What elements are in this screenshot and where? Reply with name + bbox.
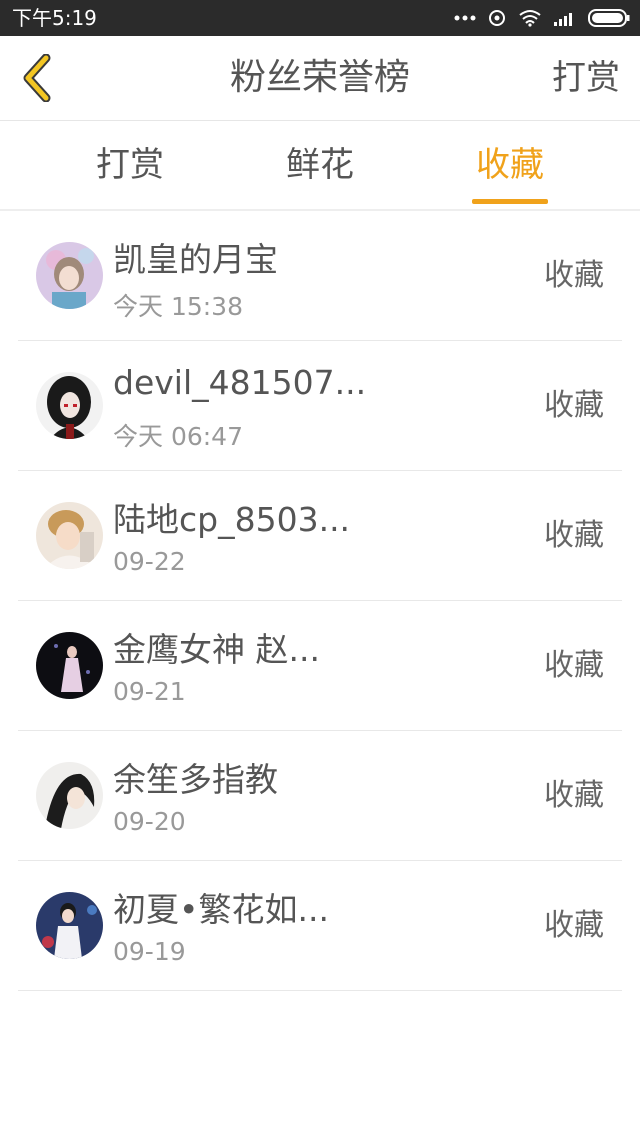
status-icons bbox=[454, 0, 630, 36]
avatar bbox=[36, 502, 103, 569]
tab-flowers[interactable]: 鲜花 bbox=[260, 121, 380, 209]
timestamp: 09-21 bbox=[113, 677, 186, 706]
status-time: 下午5:19 bbox=[12, 6, 97, 30]
user-name: devil_481507... bbox=[113, 363, 367, 402]
timestamp: 今天 06:47 bbox=[113, 422, 243, 451]
title-bar: 粉丝荣誉榜 打赏 bbox=[0, 36, 640, 121]
tab-favorites[interactable]: 收藏 bbox=[450, 121, 570, 209]
page-title: 粉丝荣誉榜 bbox=[229, 57, 410, 98]
list-item[interactable]: devil_481507... 今天 06:47 收藏 bbox=[18, 341, 622, 471]
more-dots-icon bbox=[454, 15, 476, 21]
action-label: 收藏 bbox=[544, 258, 604, 293]
list-item[interactable]: 陆地cp_8503... 09-22 收藏 bbox=[18, 471, 622, 601]
list-item[interactable]: 金鹰女神 赵... 09-21 收藏 bbox=[18, 601, 622, 731]
hotspot-icon bbox=[489, 10, 505, 26]
status-bar: 下午5:19 bbox=[0, 0, 640, 36]
avatar bbox=[36, 892, 103, 959]
user-name: 初夏•繁花如... bbox=[113, 890, 329, 929]
action-label: 收藏 bbox=[544, 908, 604, 943]
list-item[interactable]: 余笙多指教 09-20 收藏 bbox=[18, 731, 622, 861]
wifi-icon bbox=[519, 10, 541, 27]
action-label: 收藏 bbox=[544, 388, 604, 423]
list-item[interactable]: 凯皇的月宝 今天 15:38 收藏 bbox=[18, 211, 622, 341]
timestamp: 09-20 bbox=[113, 807, 186, 836]
action-label: 收藏 bbox=[544, 518, 604, 553]
avatar bbox=[36, 632, 103, 699]
avatar bbox=[36, 372, 103, 439]
timestamp: 今天 15:38 bbox=[113, 292, 243, 321]
action-label: 收藏 bbox=[544, 778, 604, 813]
user-name: 凯皇的月宝 bbox=[113, 240, 278, 279]
battery-icon bbox=[588, 9, 630, 27]
tab-reward[interactable]: 打赏 bbox=[70, 121, 190, 209]
active-tab-indicator bbox=[472, 199, 548, 204]
reward-button[interactable]: 打赏 bbox=[552, 36, 620, 120]
signal-icon bbox=[554, 13, 572, 26]
fan-list: 凯皇的月宝 今天 15:38 收藏 devil_481507... 今天 06:… bbox=[0, 211, 640, 991]
user-name: 陆地cp_8503... bbox=[113, 500, 351, 539]
timestamp: 09-19 bbox=[113, 937, 186, 966]
avatar bbox=[36, 762, 103, 829]
user-name: 余笙多指教 bbox=[113, 760, 278, 799]
avatar bbox=[36, 242, 103, 309]
timestamp: 09-22 bbox=[113, 547, 186, 576]
action-label: 收藏 bbox=[544, 648, 604, 683]
user-name: 金鹰女神 赵... bbox=[113, 630, 320, 669]
list-item[interactable]: 初夏•繁花如... 09-19 收藏 bbox=[18, 861, 622, 991]
tab-bar: 打赏 鲜花 收藏 bbox=[0, 121, 640, 211]
